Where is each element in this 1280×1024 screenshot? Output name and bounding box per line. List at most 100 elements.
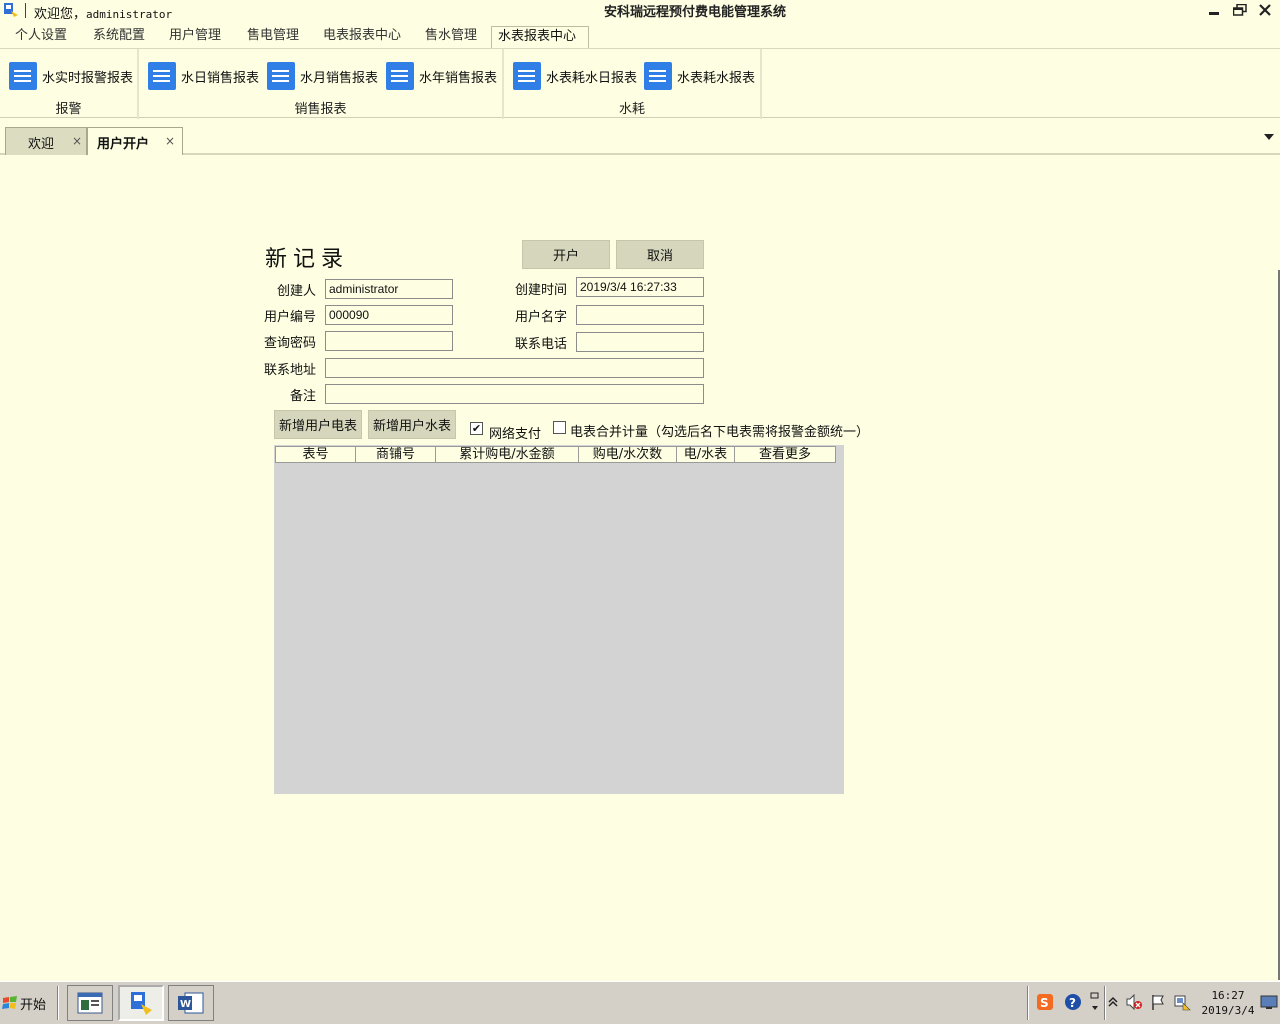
ribbon-group-label: 销售报表	[294, 102, 347, 117]
ribbon-tab-power-sales[interactable]: 售电管理	[241, 26, 305, 48]
taskbar-app-word[interactable]: W	[168, 985, 214, 1021]
network-pay-label: 网络支付	[489, 427, 542, 442]
sogou-ime-icon[interactable]: S	[1035, 992, 1055, 1012]
network-warning-icon[interactable]	[1172, 992, 1192, 1012]
water-meter-daily-consumption-report-button[interactable]: 水表耗水日报表	[513, 61, 637, 91]
water-realtime-alarm-report-button[interactable]: 水实时报警报表	[9, 61, 133, 91]
water-meter-consumption-report-button[interactable]: 水表耗水报表	[644, 61, 755, 91]
ribbon-tab-electric-report-center[interactable]: 电表报表中心	[317, 26, 407, 48]
system-clock[interactable]: 16:27 2019/3/4	[1198, 988, 1258, 1018]
restore-icon	[1233, 4, 1247, 16]
chevron-up-icon[interactable]	[1106, 992, 1120, 1012]
user-name-field[interactable]	[576, 305, 704, 325]
phone-label: 联系电话	[514, 337, 567, 352]
list-icon	[9, 62, 37, 90]
user-name-label: 用户名字	[514, 310, 567, 325]
document-tab-strip: 欢迎 × 用户开户 ×	[0, 125, 1280, 155]
ribbon-tab-water-report-center[interactable]: 水表报表中心	[491, 26, 589, 48]
grid-header: 表号 商铺号 累计购电/水金额 购电/水次数 电/水表 查看更多	[275, 446, 836, 463]
column-header[interactable]: 累计购电/水金额	[436, 447, 579, 462]
volume-muted-icon[interactable]	[1124, 992, 1144, 1012]
ribbon-button-label: 水表耗水日报表	[546, 70, 638, 86]
help-icon[interactable]: ?	[1063, 992, 1083, 1012]
ribbon-button-label: 水实时报警报表	[42, 70, 134, 86]
svg-text:W: W	[180, 999, 191, 1010]
created-time-label: 创建时间	[514, 283, 567, 298]
water-monthly-sales-report-button[interactable]: 水月销售报表	[267, 61, 378, 91]
form-title: 新记录	[265, 247, 350, 272]
close-icon[interactable]: ×	[165, 134, 175, 148]
doc-tab-welcome[interactable]: 欢迎 ×	[5, 127, 87, 155]
explorer-window-icon	[77, 992, 103, 1014]
ribbon-tab-personal-settings[interactable]: 个人设置	[9, 26, 73, 48]
phone-field[interactable]	[576, 332, 704, 352]
tray-separator	[1027, 986, 1029, 1020]
taskbar: 开始 W S ? 16:27 2019/3/4	[0, 981, 1280, 1024]
open-account-button[interactable]: 开户	[522, 240, 610, 269]
creator-field[interactable]: administrator	[325, 279, 453, 299]
clock-date: 2019/3/4	[1201, 1004, 1255, 1017]
app-title: 安科瑞远程预付费电能管理系统	[604, 5, 787, 20]
user-code-field[interactable]: 000090	[325, 305, 453, 325]
doc-tab-label: 欢迎	[28, 137, 55, 152]
show-desktop-icon[interactable]	[1259, 992, 1279, 1012]
taskbar-app-explorer[interactable]	[67, 985, 113, 1021]
windows-logo-icon	[2, 996, 17, 1009]
created-time-field[interactable]: 2019/3/4 16:27:33	[576, 277, 704, 297]
close-button[interactable]	[1256, 2, 1274, 18]
welcome-label: 欢迎您，	[34, 7, 87, 22]
close-icon[interactable]: ×	[72, 134, 82, 148]
remark-field[interactable]	[325, 384, 704, 404]
creator-label: 创建人	[276, 284, 316, 299]
column-header[interactable]: 商铺号	[356, 447, 436, 462]
ribbon-tab-system-config[interactable]: 系统配置	[87, 26, 151, 48]
ribbon-button-label: 水日销售报表	[181, 70, 260, 86]
remark-label: 备注	[289, 389, 316, 404]
clock-time: 16:27	[1211, 989, 1245, 1002]
water-daily-sales-report-button[interactable]: 水日销售报表	[148, 61, 259, 91]
address-field[interactable]	[325, 358, 704, 378]
ribbon-button-label: 水年销售报表	[419, 70, 498, 86]
app-logo-icon	[4, 3, 18, 17]
ribbon-group-sales-report: 水日销售报表 水月销售报表 水年销售报表 销售报表	[139, 49, 504, 119]
merge-metering-label: 电表合并计量（勾选后名下电表需将报警金额统一）	[570, 425, 870, 440]
merge-metering-checkbox[interactable]	[553, 421, 566, 434]
taskbar-app-prepaid-system[interactable]	[118, 985, 164, 1021]
ribbon-group-label: 水耗	[618, 102, 645, 117]
query-password-label: 查询密码	[263, 336, 316, 351]
column-header[interactable]: 查看更多	[735, 447, 835, 462]
column-header[interactable]: 表号	[276, 447, 356, 462]
meter-grid[interactable]: 表号 商铺号 累计购电/水金额 购电/水次数 电/水表 查看更多	[274, 445, 844, 794]
ime-options-icon[interactable]	[1087, 992, 1103, 1012]
cancel-button[interactable]: 取消	[616, 240, 704, 269]
column-header[interactable]: 电/水表	[677, 447, 735, 462]
action-center-flag-icon[interactable]	[1148, 992, 1168, 1012]
ribbon-panel: 水实时报警报表 报警 水日销售报表 水月销售报表 水年销售报表 销售报表 水表耗…	[0, 48, 1280, 119]
ribbon-tab-user-management[interactable]: 用户管理	[163, 26, 227, 48]
list-icon	[644, 62, 672, 90]
minimize-button[interactable]	[1205, 2, 1223, 18]
doc-tab-user-account-opening[interactable]: 用户开户 ×	[87, 127, 183, 155]
ribbon-tab-strip: 个人设置 系统配置 用户管理 售电管理 电表报表中心 售水管理 水表报表中心	[0, 22, 1280, 48]
ribbon-group-label: 报警	[55, 102, 82, 117]
add-electric-meter-button[interactable]: 新增用户电表	[274, 410, 362, 439]
close-icon	[1259, 4, 1271, 16]
query-password-field[interactable]	[325, 331, 453, 351]
restore-button[interactable]	[1231, 2, 1249, 18]
word-icon: W	[178, 992, 204, 1014]
tab-list-dropdown-icon[interactable]	[1264, 134, 1274, 140]
network-pay-checkbox[interactable]: ✔	[470, 422, 483, 435]
welcome-username: administrator	[86, 8, 173, 21]
start-button[interactable]: 开始	[2, 987, 50, 1019]
list-icon	[267, 62, 295, 90]
add-water-meter-button[interactable]: 新增用户水表	[368, 410, 456, 439]
ribbon-tab-water-sales[interactable]: 售水管理	[419, 26, 483, 48]
water-yearly-sales-report-button[interactable]: 水年销售报表	[386, 61, 497, 91]
checkmark-icon: ✔	[471, 422, 482, 435]
title-bar: 欢迎您，administrator 安科瑞远程预付费电能管理系统	[0, 0, 1280, 22]
title-separator	[25, 3, 26, 18]
list-icon	[148, 62, 176, 90]
column-header[interactable]: 购电/水次数	[579, 447, 677, 462]
doc-tab-label: 用户开户	[97, 137, 150, 152]
user-code-label: 用户编号	[263, 310, 316, 325]
